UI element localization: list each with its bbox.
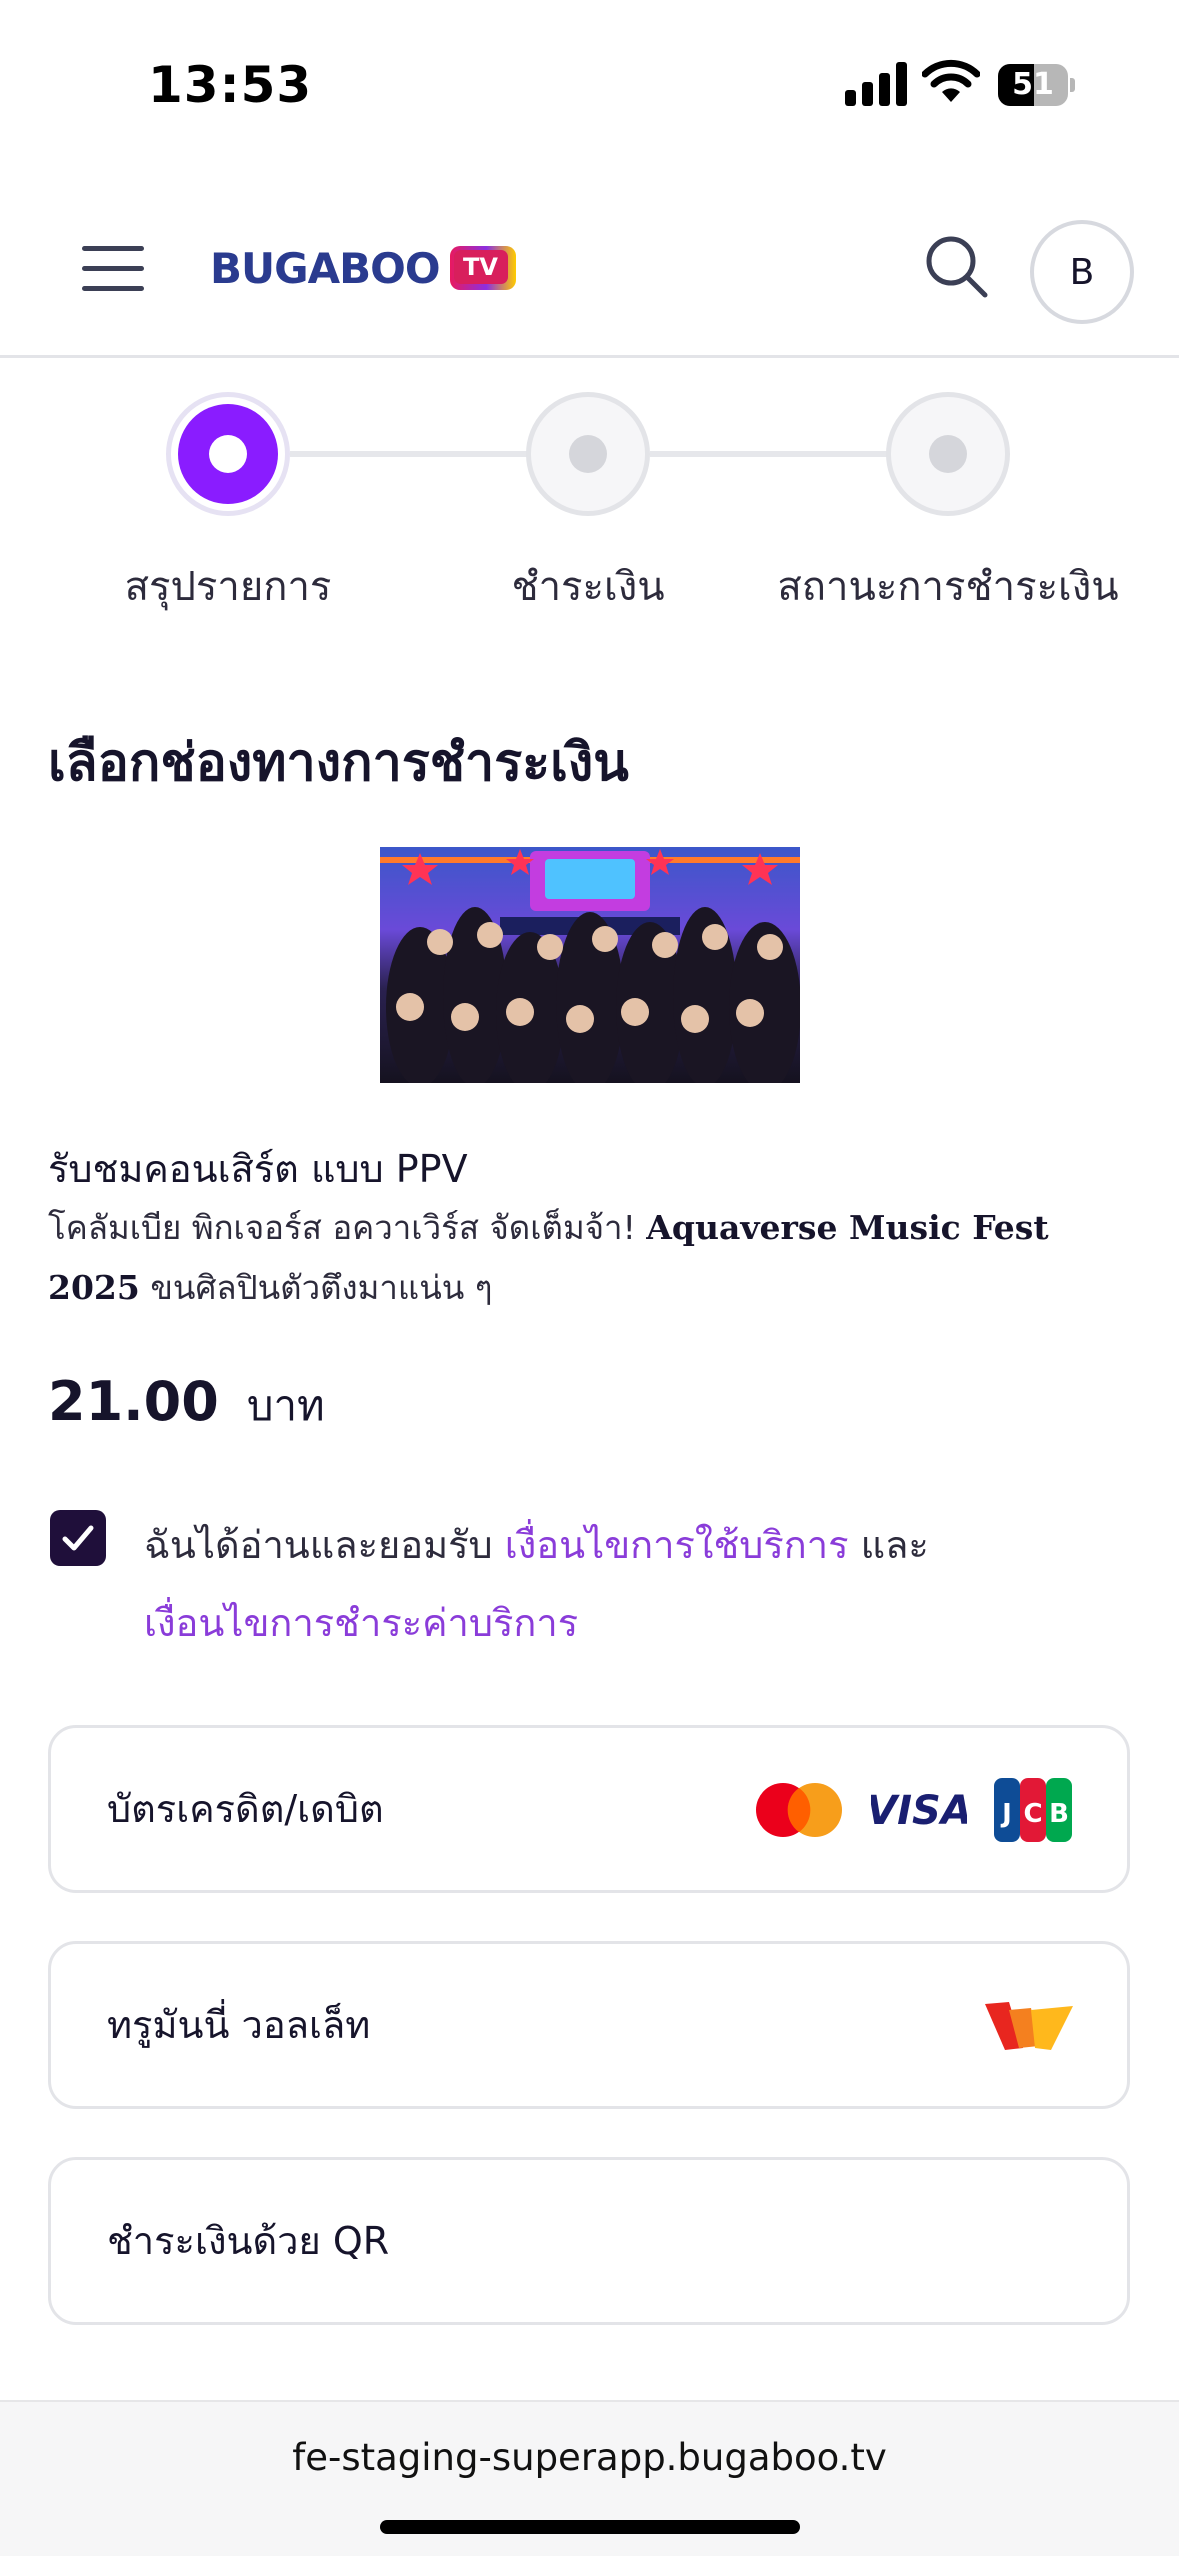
svg-text:VISA: VISA (871, 1788, 967, 1832)
product-title: รับชมคอนเสิร์ต แบบ PPV (48, 1147, 468, 1191)
search-icon[interactable] (922, 232, 992, 302)
url-text: fe-staging-superapp.bugaboo.tv (292, 2436, 887, 2479)
payment-option-card[interactable]: บัตรเครดิต/เดบิต VISA J C B (48, 1725, 1130, 1893)
payment-option-qr[interactable]: ชำระเงินด้วย QR (48, 2157, 1130, 2325)
consent-text-middle: และ (848, 1523, 929, 1567)
consent-text-before: ฉันได้อ่านและยอมรับ (144, 1523, 505, 1567)
svg-text:C: C (1023, 1799, 1042, 1829)
logo-badge-text: TV (453, 250, 508, 284)
payment-option-label: บัตรเครดิต/เดบิต (107, 1787, 384, 1831)
payment-terms-link[interactable]: เงื่อนไขการชำระค่าบริการ (144, 1601, 578, 1645)
svg-text:J: J (1000, 1799, 1012, 1829)
checkout-stepper: สรุปรายการ ชำระเงิน สถานะการชำระเงิน (0, 392, 1179, 622)
card-brand-logos: VISA J C B (753, 1778, 1073, 1842)
battery-level: 51 (1012, 67, 1054, 102)
mastercard-icon (756, 1783, 842, 1837)
page-title: เลือกช่องทางการชำระเงิน (48, 733, 629, 793)
status-bar: 13:53 51 (0, 0, 1179, 170)
logo-badge: TV (449, 246, 516, 290)
price: 21.00 บาท (48, 1370, 325, 1439)
browser-address-bar[interactable]: fe-staging-superapp.bugaboo.tv (0, 2400, 1179, 2556)
logo-text: BUGABOO (210, 243, 441, 293)
step-connector (650, 451, 890, 457)
jcb-icon: J C B (994, 1778, 1072, 1842)
app-header: BUGABOO TV B (0, 170, 1179, 358)
battery-icon: 51 (998, 64, 1075, 106)
price-value: 21.00 (48, 1370, 219, 1433)
home-indicator[interactable] (380, 2520, 800, 2534)
step-3-label: สถานะการชำระเงิน (777, 564, 1119, 610)
payment-option-label: ชำระเงินด้วย QR (107, 2219, 390, 2263)
step-connector (290, 451, 530, 457)
step-3-indicator (886, 392, 1010, 516)
price-currency: บาท (246, 1381, 325, 1430)
step-2-label: ชำระเงิน (511, 564, 665, 610)
truemoney-icon (985, 2002, 1073, 2050)
checkmark-icon (62, 1525, 94, 1551)
step-1-indicator (166, 392, 290, 516)
consent-text: ฉันได้อ่านและยอมรับ เงื่อนไขการใช้บริการ… (144, 1506, 1144, 1662)
terms-of-service-link[interactable]: เงื่อนไขการใช้บริการ (505, 1523, 849, 1567)
status-time: 13:53 (148, 56, 313, 114)
hamburger-menu-icon[interactable] (82, 246, 144, 292)
product-description-suffix: ขนศิลปินตัวตึงมาแน่น ๆ (139, 1268, 493, 1307)
user-avatar[interactable]: B (1030, 220, 1134, 324)
visa-icon: VISA (871, 1788, 967, 1832)
step-1-label: สรุปรายการ (124, 564, 332, 610)
product-description: โคลัมเบีย พิกเจอร์ส อควาเวิร์ส จัดเต็มจ้… (48, 1198, 1138, 1318)
wifi-icon (922, 59, 980, 102)
step-2-indicator (526, 392, 650, 516)
product-description-prefix: โคลัมเบีย พิกเจอร์ส อควาเวิร์ส จัดเต็มจ้… (48, 1208, 647, 1247)
consent-checkbox[interactable] (50, 1510, 106, 1566)
payment-option-truemoney[interactable]: ทรูมันนี่ วอลเล็ท (48, 1941, 1130, 2109)
cellular-signal-icon (845, 62, 907, 106)
bugaboo-tv-logo[interactable]: BUGABOO TV (210, 238, 516, 298)
svg-text:B: B (1049, 1799, 1069, 1829)
wallet-brand-logos (985, 1994, 1073, 2058)
concert-poster-image (380, 847, 800, 1083)
payment-option-label: ทรูมันนี่ วอลเล็ท (107, 2003, 371, 2047)
